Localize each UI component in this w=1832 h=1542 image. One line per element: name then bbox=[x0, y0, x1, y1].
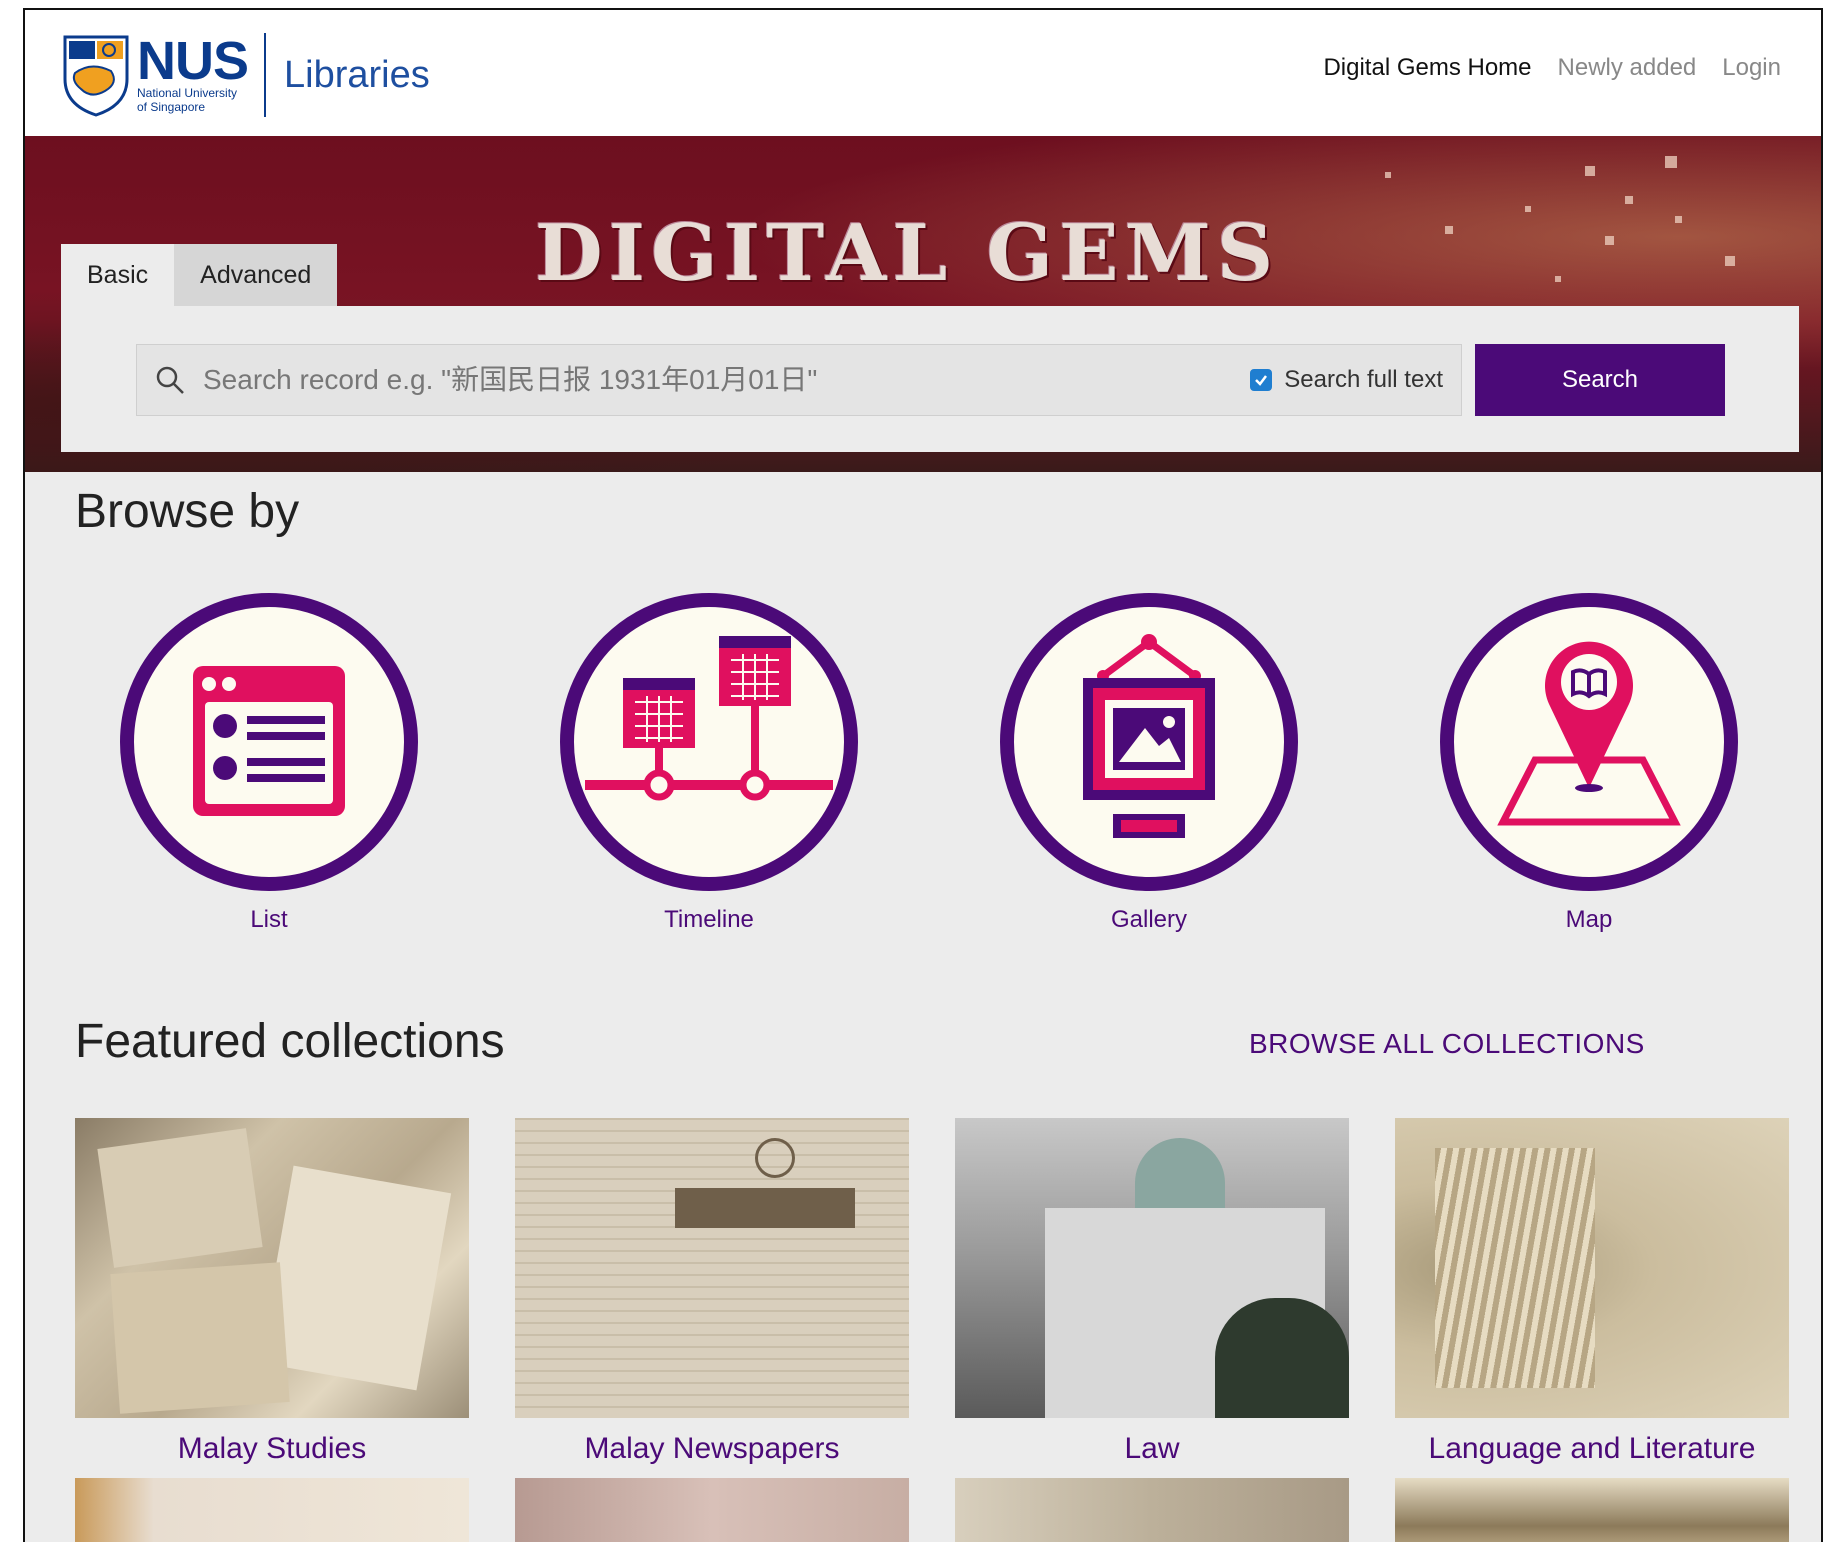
full-text-label: Search full text bbox=[1284, 366, 1443, 393]
browse-map-label: Map bbox=[1565, 906, 1613, 933]
collection-card-partial[interactable] bbox=[1395, 1478, 1789, 1542]
logo-divider bbox=[264, 33, 267, 117]
nus-crest-icon bbox=[63, 35, 129, 117]
checkmark-icon bbox=[1255, 375, 1268, 386]
gallery-icon bbox=[1000, 593, 1298, 891]
collection-card-law[interactable]: Law bbox=[955, 1118, 1349, 1466]
collection-label: Language and Literature bbox=[1428, 1432, 1756, 1465]
list-icon bbox=[120, 593, 418, 891]
collection-card-partial[interactable] bbox=[515, 1478, 909, 1542]
hero-banner: DIGITAL GEMS Basic Advanced Search full … bbox=[25, 136, 1821, 472]
nus-libraries-logo[interactable]: NUS National University of Singapore Lib… bbox=[61, 28, 430, 122]
browser-frame: NUS National University of Singapore Lib… bbox=[23, 8, 1823, 1542]
timeline-icon bbox=[560, 593, 858, 891]
collection-thumbnail bbox=[75, 1118, 469, 1418]
collection-label: Malay Studies bbox=[177, 1432, 367, 1465]
nus-subtitle-line2: of Singapore bbox=[137, 100, 206, 114]
nus-subtitle-line1: National University bbox=[137, 86, 238, 100]
full-text-checkbox[interactable] bbox=[1250, 369, 1273, 391]
tab-basic[interactable]: Basic bbox=[61, 244, 175, 306]
banner-title: DIGITAL GEMS bbox=[535, 208, 1280, 299]
collection-thumbnail bbox=[1395, 1118, 1789, 1418]
browse-by-heading: Browse by bbox=[75, 485, 300, 538]
collection-card-malay-newspapers[interactable]: Malay Newspapers bbox=[515, 1118, 909, 1466]
browse-timeline[interactable]: Timeline bbox=[559, 592, 859, 934]
collection-card-partial[interactable] bbox=[955, 1478, 1349, 1542]
tab-advanced[interactable]: Advanced bbox=[174, 244, 338, 306]
collection-card-language-literature[interactable]: Language and Literature bbox=[1395, 1118, 1789, 1466]
nav-digital-gems-home[interactable]: Digital Gems Home bbox=[1323, 54, 1531, 82]
collection-thumbnail bbox=[955, 1118, 1349, 1418]
map-icon bbox=[1440, 593, 1738, 891]
browse-gallery[interactable]: Gallery bbox=[999, 592, 1299, 934]
search-icon bbox=[156, 366, 184, 394]
search-button[interactable]: Search bbox=[1475, 344, 1725, 416]
browse-all-collections-link[interactable]: BROWSE ALL COLLECTIONS bbox=[1249, 1028, 1645, 1060]
search-tabs: Basic Advanced bbox=[61, 244, 338, 306]
collection-card-partial[interactable] bbox=[75, 1478, 469, 1542]
collection-label: Law bbox=[1124, 1432, 1180, 1465]
site-header: NUS National University of Singapore Lib… bbox=[25, 10, 1821, 136]
search-panel: Search full text Search bbox=[61, 306, 1799, 452]
nav-newly-added[interactable]: Newly added bbox=[1558, 54, 1697, 82]
top-navigation: Digital Gems Home Newly added Login bbox=[1323, 54, 1781, 82]
nus-wordmark: NUS bbox=[137, 31, 249, 91]
browse-timeline-label: Timeline bbox=[664, 906, 754, 933]
search-input[interactable] bbox=[203, 364, 1251, 396]
browse-list-label: List bbox=[250, 906, 288, 933]
collection-card-malay-studies[interactable]: Malay Studies bbox=[75, 1118, 469, 1466]
collection-thumbnail bbox=[515, 1118, 909, 1418]
search-box: Search full text bbox=[136, 344, 1462, 416]
collection-label: Malay Newspapers bbox=[584, 1432, 840, 1465]
featured-collections-heading: Featured collections bbox=[75, 1015, 505, 1068]
libraries-wordmark: Libraries bbox=[284, 53, 430, 96]
nav-login[interactable]: Login bbox=[1722, 54, 1781, 82]
search-full-text-option[interactable]: Search full text bbox=[1250, 366, 1443, 394]
browse-gallery-label: Gallery bbox=[1110, 906, 1188, 933]
browse-list[interactable]: List bbox=[119, 592, 419, 934]
browse-map[interactable]: Map bbox=[1439, 592, 1739, 934]
